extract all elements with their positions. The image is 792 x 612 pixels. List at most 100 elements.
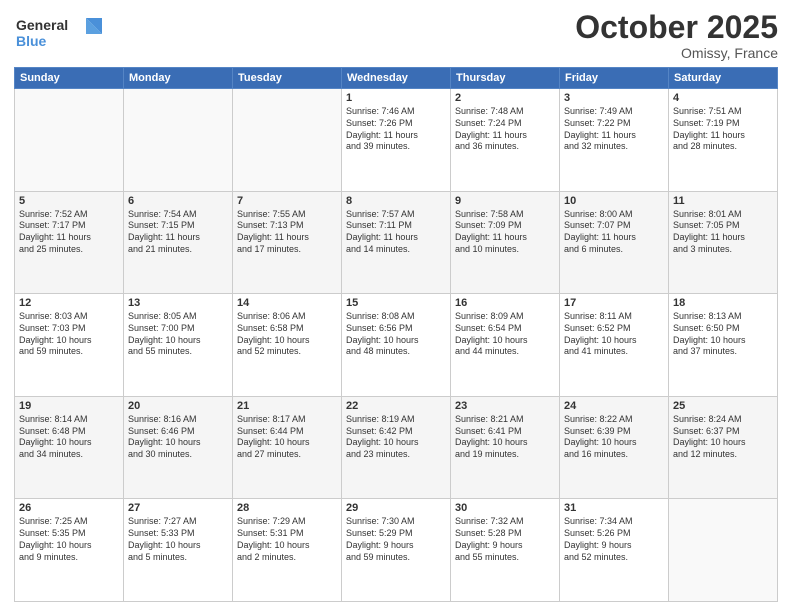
day-number: 4 <box>673 92 773 104</box>
calendar-week-row: 5 Sunrise: 7:52 AMSunset: 7:17 PMDaylight… <box>15 191 778 294</box>
day-info: Sunrise: 8:24 AMSunset: 6:37 PMDaylight:… <box>673 414 773 461</box>
page: General Blue October 2025 Omissy, France… <box>0 0 792 612</box>
calendar-cell: 27 Sunrise: 7:27 AMSunset: 5:33 PMDayligh… <box>124 499 233 602</box>
day-number: 30 <box>455 502 555 514</box>
day-info: Sunrise: 8:19 AMSunset: 6:42 PMDaylight:… <box>346 414 446 461</box>
day-number: 26 <box>19 502 119 514</box>
day-info: Sunrise: 7:27 AMSunset: 5:33 PMDaylight:… <box>128 516 228 563</box>
calendar-cell <box>124 89 233 192</box>
calendar-cell: 1 Sunrise: 7:46 AMSunset: 7:26 PMDaylight… <box>342 89 451 192</box>
calendar-cell: 16 Sunrise: 8:09 AMSunset: 6:54 PMDayligh… <box>451 294 560 397</box>
calendar-cell: 18Sunrise: 8:13 AMSunset: 6:50 PMDayligh… <box>669 294 778 397</box>
day-number: 31 <box>564 502 664 514</box>
day-number: 29 <box>346 502 446 514</box>
calendar-week-row: 19Sunrise: 8:14 AMSunset: 6:48 PMDayligh… <box>15 396 778 499</box>
header-monday: Monday <box>124 68 233 89</box>
title-area: October 2025 Omissy, France <box>575 10 778 61</box>
day-number: 14 <box>237 297 337 309</box>
day-info: Sunrise: 8:17 AMSunset: 6:44 PMDaylight:… <box>237 414 337 461</box>
day-number: 16 <box>455 297 555 309</box>
calendar-week-row: 26 Sunrise: 7:25 AMSunset: 5:35 PMDayligh… <box>15 499 778 602</box>
calendar-cell: 23Sunrise: 8:21 AMSunset: 6:41 PMDayligh… <box>451 396 560 499</box>
day-number: 28 <box>237 502 337 514</box>
calendar-cell: 13 Sunrise: 8:05 AMSunset: 7:00 PMDayligh… <box>124 294 233 397</box>
calendar-cell: 28 Sunrise: 7:29 AMSunset: 5:31 PMDayligh… <box>233 499 342 602</box>
day-info: Sunrise: 7:49 AMSunset: 7:22 PMDaylight:… <box>564 106 664 153</box>
day-info: Sunrise: 7:52 AMSunset: 7:17 PMDaylight:… <box>19 209 119 256</box>
calendar-cell: 24 Sunrise: 8:22 AMSunset: 6:39 PMDayligh… <box>560 396 669 499</box>
header-sunday: Sunday <box>15 68 124 89</box>
calendar-cell: 25 Sunrise: 8:24 AMSunset: 6:37 PMDayligh… <box>669 396 778 499</box>
day-info: Sunrise: 8:11 AMSunset: 6:52 PMDaylight:… <box>564 311 664 358</box>
day-number: 21 <box>237 400 337 412</box>
calendar-cell: 7 Sunrise: 7:55 AMSunset: 7:13 PMDaylight… <box>233 191 342 294</box>
calendar-cell: 21 Sunrise: 8:17 AMSunset: 6:44 PMDayligh… <box>233 396 342 499</box>
calendar-cell: 9Sunrise: 7:58 AMSunset: 7:09 PMDaylight… <box>451 191 560 294</box>
calendar-week-row: 12Sunrise: 8:03 AMSunset: 7:03 PMDayligh… <box>15 294 778 397</box>
day-number: 6 <box>128 195 228 207</box>
day-number: 24 <box>564 400 664 412</box>
day-info: Sunrise: 8:16 AMSunset: 6:46 PMDaylight:… <box>128 414 228 461</box>
day-number: 5 <box>19 195 119 207</box>
calendar-cell: 14Sunrise: 8:06 AMSunset: 6:58 PMDayligh… <box>233 294 342 397</box>
calendar-cell <box>15 89 124 192</box>
header-thursday: Thursday <box>451 68 560 89</box>
logo: General Blue <box>14 10 104 60</box>
calendar-cell: 3 Sunrise: 7:49 AMSunset: 7:22 PMDaylight… <box>560 89 669 192</box>
day-info: Sunrise: 7:25 AMSunset: 5:35 PMDaylight:… <box>19 516 119 563</box>
calendar-cell: 4 Sunrise: 7:51 AMSunset: 7:19 PMDaylight… <box>669 89 778 192</box>
day-info: Sunrise: 7:48 AMSunset: 7:24 PMDaylight:… <box>455 106 555 153</box>
day-number: 10 <box>564 195 664 207</box>
day-number: 17 <box>564 297 664 309</box>
calendar-cell: 10 Sunrise: 8:00 AMSunset: 7:07 PMDayligh… <box>560 191 669 294</box>
calendar-cell: 22 Sunrise: 8:19 AMSunset: 6:42 PMDayligh… <box>342 396 451 499</box>
day-number: 19 <box>19 400 119 412</box>
day-number: 3 <box>564 92 664 104</box>
day-info: Sunrise: 7:29 AMSunset: 5:31 PMDaylight:… <box>237 516 337 563</box>
day-number: 20 <box>128 400 228 412</box>
day-info: Sunrise: 7:55 AMSunset: 7:13 PMDaylight:… <box>237 209 337 256</box>
day-info: Sunrise: 8:09 AMSunset: 6:54 PMDaylight:… <box>455 311 555 358</box>
header-tuesday: Tuesday <box>233 68 342 89</box>
calendar-cell: 8Sunrise: 7:57 AMSunset: 7:11 PMDaylight… <box>342 191 451 294</box>
calendar-week-row: 1 Sunrise: 7:46 AMSunset: 7:26 PMDaylight… <box>15 89 778 192</box>
header-wednesday: Wednesday <box>342 68 451 89</box>
svg-text:General: General <box>16 17 68 33</box>
header: General Blue October 2025 Omissy, France <box>14 10 778 61</box>
calendar-title: October 2025 <box>575 10 778 45</box>
location-subtitle: Omissy, France <box>575 45 778 61</box>
day-info: Sunrise: 7:32 AMSunset: 5:28 PMDaylight:… <box>455 516 555 563</box>
header-friday: Friday <box>560 68 669 89</box>
day-info: Sunrise: 7:51 AMSunset: 7:19 PMDaylight:… <box>673 106 773 153</box>
day-info: Sunrise: 8:05 AMSunset: 7:00 PMDaylight:… <box>128 311 228 358</box>
calendar-cell: 12Sunrise: 8:03 AMSunset: 7:03 PMDayligh… <box>15 294 124 397</box>
day-info: Sunrise: 7:54 AMSunset: 7:15 PMDaylight:… <box>128 209 228 256</box>
day-number: 27 <box>128 502 228 514</box>
calendar-cell <box>233 89 342 192</box>
calendar-cell: 15Sunrise: 8:08 AMSunset: 6:56 PMDayligh… <box>342 294 451 397</box>
weekday-header-row: Sunday Monday Tuesday Wednesday Thursday… <box>15 68 778 89</box>
calendar-cell: 26 Sunrise: 7:25 AMSunset: 5:35 PMDayligh… <box>15 499 124 602</box>
calendar-cell: 30 Sunrise: 7:32 AMSunset: 5:28 PMDayligh… <box>451 499 560 602</box>
day-number: 22 <box>346 400 446 412</box>
calendar-cell: 2Sunrise: 7:48 AMSunset: 7:24 PMDaylight… <box>451 89 560 192</box>
day-info: Sunrise: 8:21 AMSunset: 6:41 PMDaylight:… <box>455 414 555 461</box>
calendar-cell: 19Sunrise: 8:14 AMSunset: 6:48 PMDayligh… <box>15 396 124 499</box>
day-number: 18 <box>673 297 773 309</box>
day-number: 9 <box>455 195 555 207</box>
day-info: Sunrise: 8:22 AMSunset: 6:39 PMDaylight:… <box>564 414 664 461</box>
day-info: Sunrise: 8:01 AMSunset: 7:05 PMDaylight:… <box>673 209 773 256</box>
calendar-cell: 20 Sunrise: 8:16 AMSunset: 6:46 PMDayligh… <box>124 396 233 499</box>
day-number: 7 <box>237 195 337 207</box>
day-info: Sunrise: 7:46 AMSunset: 7:26 PMDaylight:… <box>346 106 446 153</box>
calendar-cell: 29Sunrise: 7:30 AMSunset: 5:29 PMDayligh… <box>342 499 451 602</box>
day-number: 11 <box>673 195 773 207</box>
day-number: 13 <box>128 297 228 309</box>
day-number: 25 <box>673 400 773 412</box>
calendar-cell: 5 Sunrise: 7:52 AMSunset: 7:17 PMDaylight… <box>15 191 124 294</box>
day-number: 8 <box>346 195 446 207</box>
day-info: Sunrise: 8:00 AMSunset: 7:07 PMDaylight:… <box>564 209 664 256</box>
day-number: 1 <box>346 92 446 104</box>
logo-area: General Blue <box>14 10 104 60</box>
svg-text:Blue: Blue <box>16 33 47 49</box>
